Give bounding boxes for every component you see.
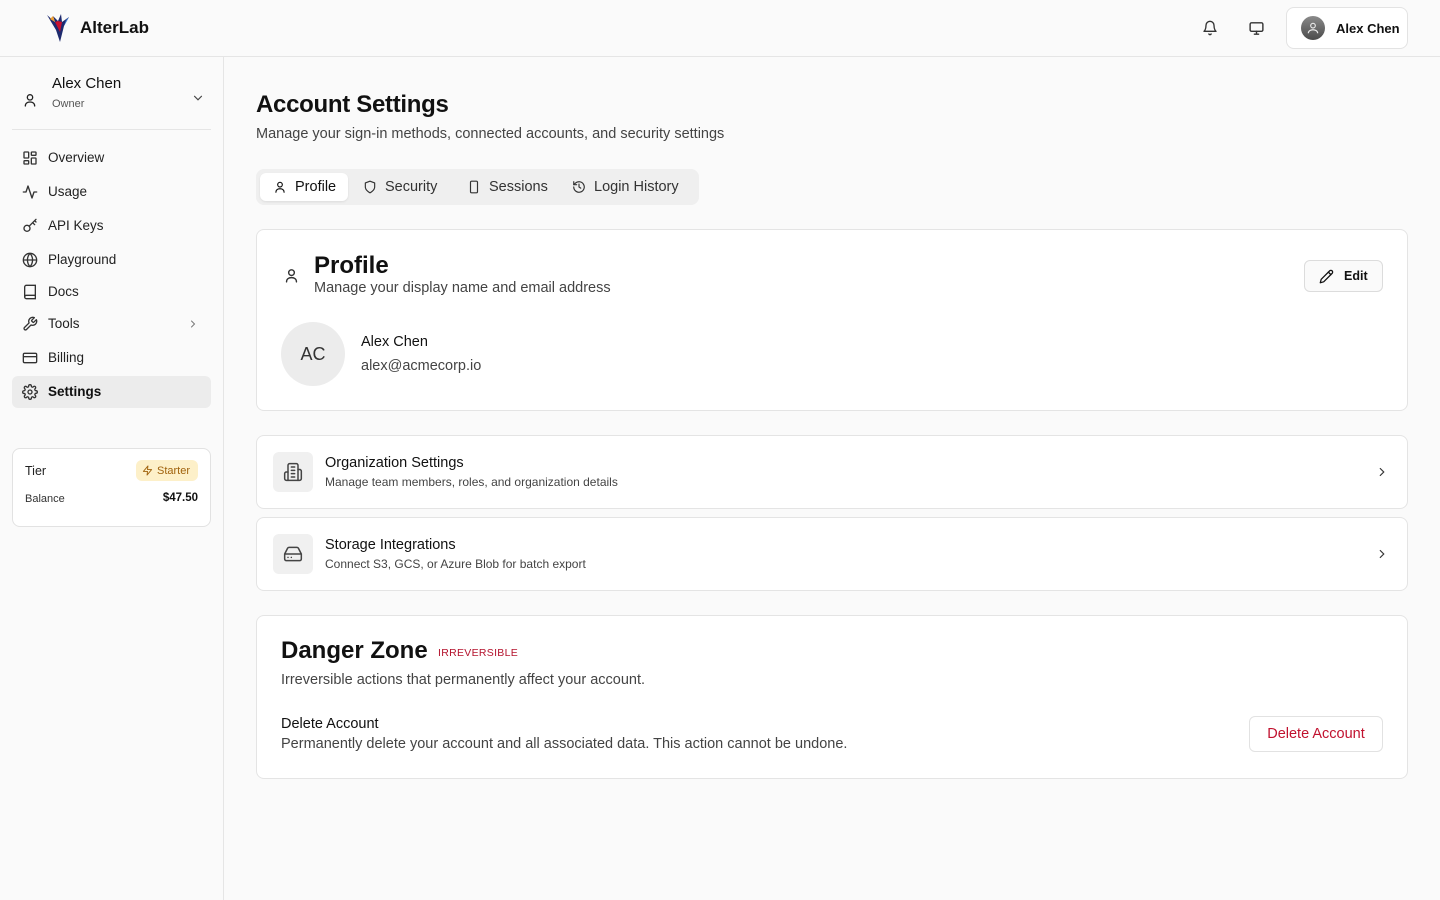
sidebar-item-docs[interactable]: Docs <box>12 276 211 308</box>
activity-icon <box>22 184 38 200</box>
divider <box>12 129 211 130</box>
sidebar-item-label: Playground <box>48 252 117 267</box>
sidebar: Alex Chen Owner Overview Usage API Keys … <box>0 57 224 900</box>
tier-badge[interactable]: Starter <box>135 460 198 481</box>
lightning-icon <box>142 465 153 476</box>
link-title: Storage Integrations <box>325 537 456 553</box>
delete-account-description: Permanently delete your account and all … <box>281 736 848 752</box>
building-icon <box>273 452 313 492</box>
sidebar-item-label: Settings <box>48 384 102 399</box>
monitor-icon[interactable] <box>1244 16 1268 40</box>
chevron-right-icon <box>187 318 199 330</box>
alterlab-logo-icon <box>44 12 72 44</box>
chevron-down-icon <box>191 91 205 105</box>
brand[interactable]: AlterLab <box>44 12 149 44</box>
org-role: Owner <box>52 98 85 110</box>
sidebar-item-label: Tools <box>48 316 80 331</box>
grid-icon <box>22 150 38 166</box>
profile-title: Profile <box>314 252 389 279</box>
tab-sessions[interactable]: Sessions <box>454 173 560 201</box>
gear-icon <box>22 384 38 400</box>
user-icon <box>273 180 287 194</box>
sidebar-item-billing[interactable]: Billing <box>12 342 211 374</box>
org-switcher[interactable]: Alex Chen Owner <box>12 69 211 129</box>
edit-label: Edit <box>1344 269 1368 283</box>
user-icon <box>283 267 300 284</box>
shield-icon <box>363 180 377 194</box>
tab-label: Security <box>385 179 438 195</box>
sidebar-item-tools[interactable]: Tools <box>12 308 211 340</box>
tab-profile[interactable]: Profile <box>260 173 349 201</box>
link-subtitle: Manage team members, roles, and organiza… <box>325 475 618 489</box>
delete-account-button-label: Delete Account <box>1267 726 1365 742</box>
chevron-right-icon <box>1375 465 1389 479</box>
sidebar-item-label: Usage <box>48 184 88 199</box>
profile-name: Alex Chen <box>361 334 428 350</box>
sidebar-item-overview[interactable]: Overview <box>12 142 211 174</box>
settings-tabs: Profile Security Sessions Login History <box>256 169 699 205</box>
wrench-icon <box>22 316 38 332</box>
danger-zone-title: Danger Zone <box>281 637 428 664</box>
irreversible-badge: IRREVERSIBLE <box>438 647 519 659</box>
sidebar-item-label: Billing <box>48 350 85 365</box>
hard-drive-icon <box>273 534 313 574</box>
profile-email: alex@acmecorp.io <box>361 358 482 374</box>
danger-zone-subtitle: Irreversible actions that permanently af… <box>281 672 646 688</box>
organization-settings-link[interactable]: Organization Settings Manage team member… <box>256 435 1408 509</box>
chevron-right-icon <box>1375 547 1389 561</box>
org-name: Alex Chen <box>52 75 122 92</box>
link-subtitle: Connect S3, GCS, or Azure Blob for batch… <box>325 557 586 571</box>
profile-subtitle: Manage your display name and email addre… <box>314 280 611 296</box>
user-name: Alex Chen <box>1336 20 1400 36</box>
tab-login-history[interactable]: Login History <box>559 173 691 201</box>
page-title: Account Settings <box>256 91 449 118</box>
avatar-initials: AC <box>300 343 326 364</box>
avatar: AC <box>281 322 345 386</box>
tier-label: Tier <box>25 464 47 478</box>
delete-account-button[interactable]: Delete Account <box>1249 716 1383 752</box>
page-subtitle: Manage your sign-in methods, connected a… <box>256 126 725 142</box>
sidebar-item-label: Overview <box>48 150 105 165</box>
bell-icon[interactable] <box>1198 16 1222 40</box>
credit-card-icon <box>22 350 38 366</box>
book-icon <box>22 284 38 300</box>
tab-label: Sessions <box>489 179 548 195</box>
brand-name: AlterLab <box>80 18 149 37</box>
sidebar-item-api-keys[interactable]: API Keys <box>12 210 211 242</box>
globe-icon <box>22 252 38 268</box>
tier-card: Tier Starter Balance $47.50 <box>12 448 211 527</box>
key-icon <box>22 218 38 234</box>
tab-security[interactable]: Security <box>350 173 449 201</box>
profile-card: Profile Manage your display name and ema… <box>256 229 1408 411</box>
history-icon <box>572 180 586 194</box>
avatar <box>1301 16 1325 40</box>
sidebar-item-usage[interactable]: Usage <box>12 176 211 208</box>
sidebar-item-label: API Keys <box>48 218 104 233</box>
delete-account-title: Delete Account <box>281 716 379 732</box>
link-title: Organization Settings <box>325 455 464 471</box>
storage-integrations-link[interactable]: Storage Integrations Connect S3, GCS, or… <box>256 517 1408 591</box>
edit-profile-button[interactable]: Edit <box>1304 260 1383 292</box>
sidebar-item-label: Docs <box>48 284 79 299</box>
tab-label: Login History <box>594 179 679 195</box>
sidebar-item-playground[interactable]: Playground <box>12 244 211 276</box>
balance-label: Balance <box>25 493 65 505</box>
user-icon <box>22 92 38 108</box>
pencil-icon <box>1319 269 1334 284</box>
sidebar-item-settings[interactable]: Settings <box>12 376 211 408</box>
tier-badge-label: Starter <box>156 464 190 477</box>
tab-label: Profile <box>295 179 337 195</box>
smartphone-icon <box>467 180 481 194</box>
balance-value: $47.50 <box>162 492 198 504</box>
danger-zone-card: Danger Zone IRREVERSIBLE Irreversible ac… <box>256 615 1408 779</box>
top-bar: AlterLab Alex Chen <box>0 0 1440 57</box>
user-menu-button[interactable]: Alex Chen <box>1286 7 1408 49</box>
